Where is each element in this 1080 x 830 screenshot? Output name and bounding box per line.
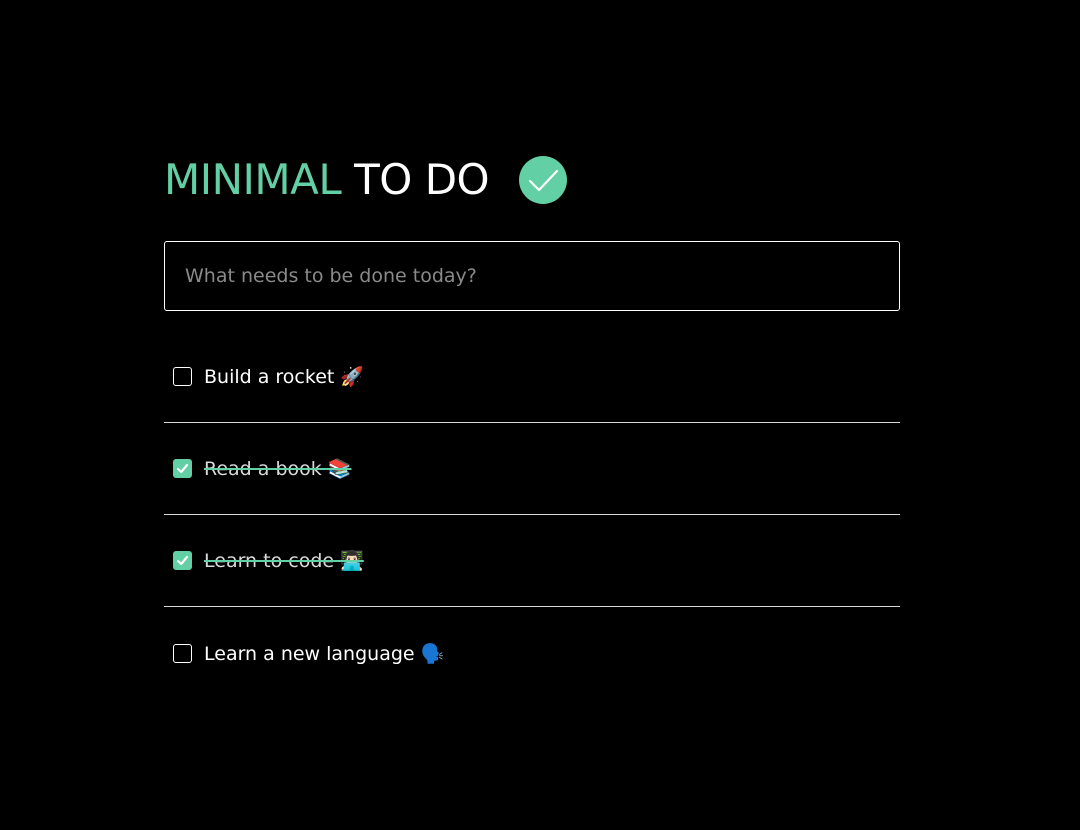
page-title: MINIMAL TO DO	[164, 150, 490, 210]
check-circle-icon	[519, 156, 568, 204]
todo-list: Build a rocket 🚀 Read a book 📚 Learn to …	[164, 331, 900, 699]
todo-item: Learn to code 👨🏻‍💻	[164, 515, 900, 607]
app-header: MINIMAL TO DO	[164, 150, 900, 210]
new-todo-input[interactable]	[165, 242, 899, 310]
todo-label[interactable]: Learn a new language 🗣️	[204, 642, 444, 665]
todo-item: Build a rocket 🚀	[164, 331, 900, 423]
todo-checkbox[interactable]	[173, 367, 192, 386]
todo-checkbox[interactable]	[173, 643, 192, 663]
todo-label[interactable]: Read a book 📚	[204, 457, 351, 480]
title-accent: MINIMAL	[164, 155, 342, 204]
todo-item: Read a book 📚	[164, 423, 900, 515]
checkmark-icon	[176, 555, 189, 566]
new-todo-field	[164, 241, 900, 311]
todo-checkbox[interactable]	[173, 459, 192, 478]
checkmark-icon	[176, 463, 189, 474]
todo-label[interactable]: Build a rocket 🚀	[204, 365, 364, 388]
todo-app: MINIMAL TO DO Build a rocket 🚀 Read a bo…	[164, 150, 900, 699]
todo-item: Learn a new language 🗣️	[164, 607, 900, 699]
title-main: TO DO	[354, 155, 490, 204]
todo-checkbox[interactable]	[173, 551, 192, 570]
todo-label[interactable]: Learn to code 👨🏻‍💻	[204, 549, 364, 572]
